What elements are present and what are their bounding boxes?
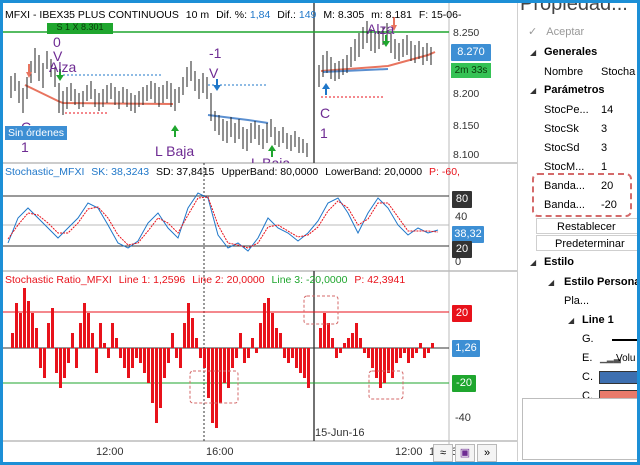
- date-value: F: 15-06-: [418, 9, 462, 21]
- max-value: M: 8.305: [323, 9, 365, 21]
- row-plantilla[interactable]: Pla...: [518, 292, 637, 311]
- collapse-arrow-icon: ◢: [568, 316, 575, 325]
- ratio-minus20-box: -20: [452, 375, 476, 392]
- annotation-baja-2: L Baja: [251, 155, 291, 163]
- parametros-label: Parámetros: [544, 84, 605, 96]
- row-grosor[interactable]: G.: [518, 330, 637, 349]
- time-label-3: 12:00: [395, 446, 423, 458]
- line-thickness-swatch[interactable]: [612, 339, 637, 341]
- collapse-arrow-icon: ◢: [530, 48, 537, 57]
- estilo-personal-label: Estilo Persona: [564, 276, 637, 288]
- param-value[interactable]: 14: [601, 101, 613, 120]
- ratio-line3: Line 3: -20,0000: [271, 274, 348, 286]
- zoom-wave-button[interactable]: ≈: [433, 444, 453, 462]
- expand-button[interactable]: »: [477, 444, 497, 462]
- line1-label: Line 1: [582, 314, 614, 326]
- aceptar-label: Aceptar: [546, 26, 585, 38]
- stoch-name: Stochastic_MFXI: [5, 166, 85, 178]
- ratio-line2: Line 2: 20,0000: [192, 274, 265, 286]
- stoch-p: P: -60,: [429, 166, 460, 178]
- section-estilo[interactable]: ◢ Estilo: [518, 253, 637, 272]
- param-value[interactable]: 3: [601, 120, 607, 139]
- estilo-linea-label: E.: [582, 352, 593, 364]
- annotation-baja-1: L Baja: [155, 143, 195, 159]
- time-label-1: 12:00: [96, 446, 124, 458]
- price-tick-1: 8.250: [453, 27, 480, 39]
- save-button[interactable]: ▣: [455, 444, 475, 462]
- chart-area[interactable]: MFXI - IBEX35 PLUS CONTINUOUS 10 m Dif. …: [3, 3, 517, 462]
- estilo-linea-value[interactable]: Volu: [616, 349, 635, 368]
- section-parametros[interactable]: ◢ Parámetros: [518, 81, 637, 100]
- nombre-value[interactable]: Stocha: [601, 63, 635, 82]
- price-tick-4: 8.100: [453, 149, 480, 161]
- min-value: m: 8.181: [371, 9, 412, 21]
- param-value[interactable]: 3: [601, 139, 607, 158]
- aceptar-button[interactable]: ✓ Aceptar: [528, 25, 584, 38]
- param-key: StocSd: [544, 142, 580, 154]
- dif-pct-value: 1,84: [249, 9, 271, 21]
- panel-title: Propiedad...: [520, 3, 628, 15]
- sin-ordenes-badge[interactable]: Sin órdenes: [5, 126, 68, 140]
- annotation-alza-1: Alza: [49, 59, 77, 75]
- color-swatch-blue[interactable]: [599, 371, 637, 384]
- ratio-p: P: 42,3941: [354, 274, 406, 286]
- stoch-sd: SD: 37,8415: [156, 166, 215, 178]
- collapse-arrow-icon: ◢: [530, 86, 537, 95]
- stoch-tick-40: 40: [455, 211, 468, 223]
- dif-value: 149: [298, 9, 317, 21]
- row-estilo-linea[interactable]: E. ▁▂▃ Volu: [518, 349, 637, 368]
- bandas-highlight: [532, 173, 632, 217]
- price-tick-2: 8.200: [453, 88, 480, 100]
- symbol-label: MFXI - IBEX35 PLUS CONTINUOUS: [5, 9, 179, 21]
- collapse-arrow-icon: ◢: [548, 278, 555, 287]
- time-label-2: 16:00: [206, 446, 234, 458]
- restablecer-button[interactable]: Restablecer: [536, 218, 637, 234]
- collapse-arrow-icon: ◢: [530, 258, 537, 267]
- annotation-c1-right: C1: [320, 105, 331, 141]
- ratio-current-box: 1,26: [452, 340, 480, 357]
- section-line1[interactable]: ◢ Line 1: [518, 311, 637, 330]
- check-icon: ✓: [528, 26, 538, 38]
- section-estilo-personal[interactable]: ◢ Estilo Persona: [518, 273, 637, 292]
- description-box: [522, 398, 637, 460]
- stoch-tick-0: 0: [455, 256, 462, 268]
- ratio-tick-minus40: -40: [455, 412, 471, 424]
- row-param-1[interactable]: StocSk 3: [518, 120, 637, 139]
- ratio-line1: Line 1: 1,2596: [118, 274, 186, 286]
- stoch-sk: SK: 38,3243: [91, 166, 150, 178]
- row-nombre[interactable]: Nombre Stocha: [518, 63, 637, 82]
- plantilla-label: Pla...: [564, 295, 590, 307]
- dif-pct-label: Dif. %:: [216, 9, 247, 21]
- estilo-label: Estilo: [544, 256, 574, 268]
- dif-label: Dif.:: [277, 9, 296, 21]
- row-param-0[interactable]: StocPe... 14: [518, 101, 637, 120]
- color-label: C.: [582, 371, 593, 383]
- ratio-name: Stochastic Ratio_MFXI: [5, 274, 112, 286]
- grosor-label: G.: [582, 333, 594, 345]
- param-key: StocSk: [544, 123, 579, 135]
- section-generales[interactable]: ◢ Generales: [518, 43, 637, 62]
- stoch-lower: LowerBand: 20,0000: [325, 166, 423, 178]
- annotation-minus1-v: -1 V: [209, 45, 222, 81]
- annotation-alza-2: Alza: [367, 21, 395, 37]
- param-key: StocPe...: [544, 104, 589, 116]
- nombre-key: Nombre: [544, 66, 584, 78]
- price-tick-3: 8.150: [453, 120, 480, 132]
- stoch-panel-header: Stochastic_MFXI SK: 38,3243 SD: 37,8415 …: [5, 166, 460, 179]
- interval-label: 10 m: [185, 9, 210, 21]
- generales-label: Generales: [544, 46, 598, 58]
- row-param-2[interactable]: StocSd 3: [518, 139, 637, 158]
- ratio-20-box: 20: [452, 305, 472, 322]
- stoch-80-box: 80: [452, 191, 472, 208]
- predeterminar-button[interactable]: Predeterminar: [536, 235, 637, 251]
- ratio-date-label: 15-Jun-16: [315, 427, 365, 439]
- properties-panel: Propiedad... ✓ Aceptar ◢ Generales Nombr…: [517, 3, 637, 461]
- top-order-badge[interactable]: S 1 X 8.301: [48, 22, 112, 33]
- row-color-1[interactable]: C.: [518, 368, 637, 387]
- chart-svg: [3, 3, 517, 461]
- stoch-upper: UpperBand: 80,0000: [221, 166, 319, 178]
- timer-box: 2m 33s: [451, 63, 491, 78]
- last-price-box: 8.270: [451, 44, 491, 61]
- ratio-panel-header: Stochastic Ratio_MFXI Line 1: 1,2596 Lin…: [5, 274, 405, 287]
